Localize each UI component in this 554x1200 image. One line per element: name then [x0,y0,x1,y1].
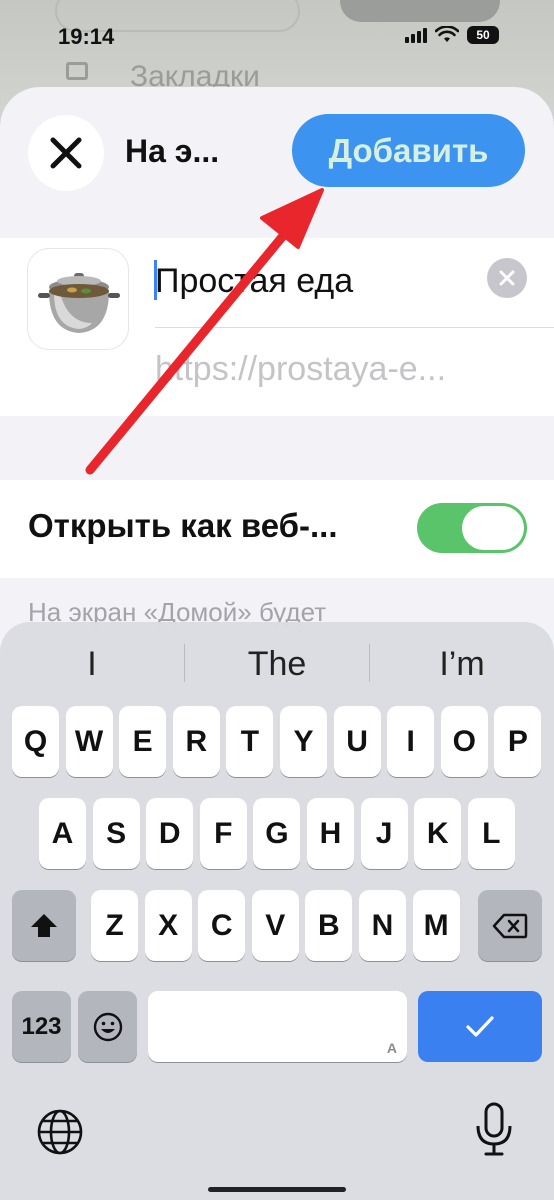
key-w[interactable]: W [65,706,113,777]
dictation-button[interactable] [474,1102,514,1158]
key-s[interactable]: S [92,798,140,869]
open-as-web-app-label: Открыть как веб-... [28,507,338,544]
key-x[interactable]: X [144,890,192,961]
bookmark-name-input[interactable]: Простая еда [155,262,353,301]
key-i[interactable]: I [387,706,435,777]
key-j[interactable]: J [360,798,408,869]
close-button[interactable] [28,115,104,191]
key-y[interactable]: Y [280,706,327,777]
key-f[interactable]: F [199,798,247,869]
key-k[interactable]: K [414,798,462,869]
key-t[interactable]: T [226,706,274,777]
status-icons: 50 [405,26,499,44]
suggestion-3[interactable]: I’m [370,642,554,686]
key-a[interactable]: A [39,798,86,869]
clear-button[interactable] [487,258,527,298]
status-time: 19:14 [58,24,115,49]
key-c[interactable]: C [198,890,246,961]
bookmark-card: Простая еда https://prostaya-e... [0,238,554,416]
home-indicator [208,1187,346,1192]
bookmark-url: https://prostaya-e... [155,350,447,388]
key-h[interactable]: H [307,798,354,869]
sheet-title: На э... [125,133,220,169]
add-button[interactable]: Добавить [292,114,525,187]
suggestion-2[interactable]: The [185,642,369,686]
clear-icon [499,270,515,286]
key-o[interactable]: O [440,706,488,777]
key-r[interactable]: R [172,706,220,777]
key-e[interactable]: E [119,706,167,777]
space-key[interactable]: A [148,991,407,1062]
shift-key[interactable] [12,890,76,961]
battery-icon: 50 [467,26,499,44]
suggestion-1[interactable]: I [0,642,184,686]
key-p[interactable]: P [494,706,542,777]
emoji-icon [93,1012,122,1041]
checkmark-icon [466,1015,494,1037]
close-icon [50,137,82,169]
open-as-web-app-row: Открыть как веб-... [0,480,554,578]
key-m[interactable]: M [412,890,460,961]
space-key-hint: A [386,1040,397,1056]
key-d[interactable]: D [146,798,194,869]
key-v[interactable]: V [251,890,299,961]
dynamic-island [340,0,500,22]
key-b[interactable]: B [305,890,353,961]
key-z[interactable]: Z [91,890,138,961]
globe-button[interactable] [36,1108,84,1156]
numbers-key[interactable]: 123 [12,991,71,1062]
backspace-icon [492,913,528,938]
key-u[interactable]: U [333,706,381,777]
keyboard: I The I’m QWERTYUIOPASDFGHJKLZXCVBNM 123… [0,622,554,1200]
toggle-knob [462,506,524,550]
bookmarks-icon [66,62,88,80]
cellular-signal-icon [405,27,427,43]
wifi-icon [435,26,459,42]
globe-icon [37,1109,83,1155]
divider [155,327,554,328]
done-key[interactable] [418,991,542,1062]
site-icon [27,248,129,350]
key-q[interactable]: Q [12,706,59,777]
emoji-key[interactable] [78,991,137,1062]
cooking-pot-icon [38,273,120,333]
key-l[interactable]: L [467,798,515,869]
key-n[interactable]: N [359,890,406,961]
backspace-key[interactable] [478,890,542,961]
key-g[interactable]: G [253,798,301,869]
microphone-icon [476,1102,512,1156]
shift-icon [31,913,57,937]
